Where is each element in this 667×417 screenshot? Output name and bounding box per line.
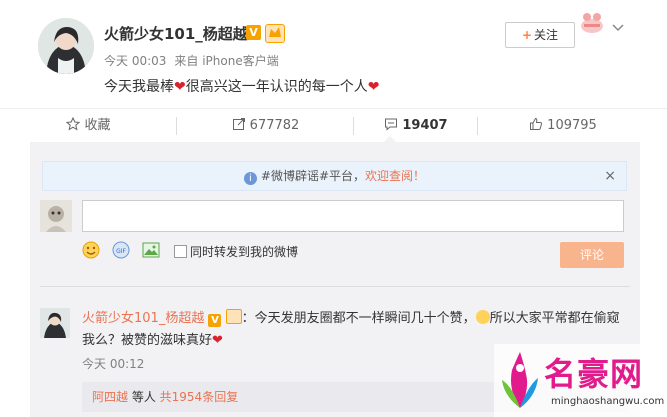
watermark-title: 名豪网 <box>544 355 644 393</box>
verified-badge: V <box>208 314 222 327</box>
svg-text:GIF: GIF <box>116 248 126 255</box>
level-badge-icon <box>265 24 285 43</box>
post-content-text-1: 今天我最棒 <box>104 79 174 95</box>
comment-button[interactable]: 19407 <box>354 109 478 143</box>
repost-icon <box>232 118 245 130</box>
verified-badge: V <box>246 25 261 40</box>
follow-button[interactable]: + 关注 <box>505 22 575 48</box>
current-user-avatar[interactable] <box>40 200 72 232</box>
reply-mid: 等人 <box>128 390 160 404</box>
reply-username[interactable]: 阿四越 <box>92 390 128 404</box>
submit-comment-button[interactable]: 评论 <box>560 242 624 268</box>
heart-icon: ❤ <box>212 333 223 348</box>
thumbs-up-icon <box>530 117 543 130</box>
notice-text: #微博辟谣#平台， <box>260 169 366 183</box>
comment-input[interactable] <box>82 200 624 232</box>
plus-icon: + <box>521 28 533 42</box>
notice-link[interactable]: 欢迎查阅！ <box>365 169 425 183</box>
reply-count[interactable]: 共1954条回复 <box>160 390 239 404</box>
watermark-logo-icon <box>498 350 542 414</box>
repost-count: 677782 <box>249 118 300 133</box>
comment-icon <box>385 118 398 131</box>
repost-also-checkbox[interactable] <box>174 245 187 258</box>
star-icon <box>66 116 81 131</box>
follow-label: 关注 <box>534 28 559 42</box>
favorite-label: 收藏 <box>84 118 111 133</box>
comment-count: 19407 <box>402 118 448 133</box>
weibo-post: 火箭少女101_杨超越 V 今天 00:03 来自 iPhone客户端 今天我最棒… <box>0 0 667 108</box>
divider <box>40 286 630 287</box>
favorite-button[interactable]: 收藏 <box>0 109 177 143</box>
user-avatar[interactable] <box>38 18 94 74</box>
comment-time: 今天 00:12 <box>82 357 145 371</box>
level-badge-icon <box>225 309 242 324</box>
info-icon: i <box>243 172 257 185</box>
post-username[interactable]: 火箭少女101_杨超越 <box>104 23 248 44</box>
comment-avatar[interactable] <box>40 308 70 338</box>
emoji-icon <box>475 310 490 324</box>
like-button[interactable]: 109795 <box>478 109 648 143</box>
emoji-icon[interactable] <box>82 241 100 262</box>
watermark-url: minghaoshangwu.com <box>551 396 665 407</box>
heart-icon: ❤ <box>174 79 186 95</box>
repost-also-label: 同时转发到我的微博 <box>190 245 299 259</box>
gif-icon[interactable]: GIF <box>112 241 130 262</box>
like-count: 109795 <box>547 118 597 133</box>
decoration-icon <box>578 8 606 36</box>
repost-button[interactable]: 677782 <box>177 109 354 143</box>
post-time[interactable]: 今天 00:03 <box>104 54 166 68</box>
post-source: 来自 iPhone客户端 <box>174 54 279 68</box>
rumor-notice-bar: i #微博辟谣#平台，欢迎查阅！ × <box>42 161 627 191</box>
heart-icon: ❤ <box>367 79 380 95</box>
comment-text-1: ：今天发朋友圈都不一样瞬间几十个赞， <box>241 311 476 326</box>
post-content: 今天我最棒❤很高兴这一年认识的每一个人❤ <box>104 76 379 96</box>
post-content-text-2: 很高兴这一年认识的每一个人 <box>185 79 368 95</box>
post-meta: 今天 00:03 来自 iPhone客户端 <box>104 52 287 69</box>
image-icon[interactable] <box>142 241 160 262</box>
comment-username[interactable]: 火箭少女101_杨超越 <box>82 311 204 326</box>
post-action-bar: 收藏 677782 19407 109795 <box>0 108 667 143</box>
chevron-down-icon[interactable] <box>612 20 624 36</box>
close-icon[interactable]: × <box>604 162 616 190</box>
